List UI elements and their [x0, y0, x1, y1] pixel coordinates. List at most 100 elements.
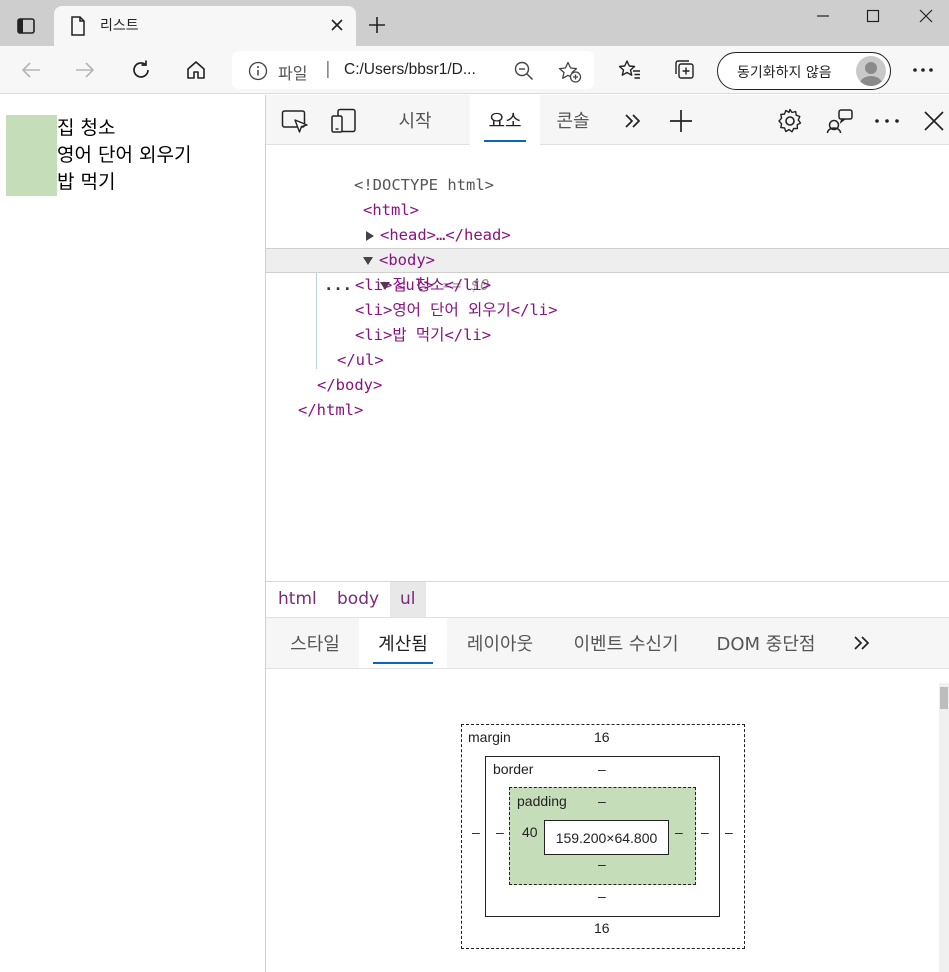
customize-devtools-button[interactable] [872, 107, 902, 135]
address-scheme-label: 파일 [278, 64, 308, 83]
browser-toolbar: 파일 | C:/Users/bbsr1/D... 동기화하지 않음 [0, 46, 949, 94]
element-highlight-overlay [6, 115, 57, 196]
tab-elements[interactable]: 요소 [470, 95, 540, 145]
info-icon[interactable] [248, 61, 268, 85]
avatar [856, 56, 886, 86]
margin-top-value: 16 [594, 729, 610, 745]
page-viewport: 집 청소 영어 단어 외우기 밥 먹기 [0, 95, 266, 972]
zoom-out-icon[interactable] [514, 61, 534, 85]
tab-console[interactable]: 콘솔 [538, 95, 608, 145]
tab-actions-icon [17, 18, 35, 34]
home-button[interactable] [179, 54, 213, 86]
margin-left-value: – [472, 824, 480, 840]
tab-console-label: 콘솔 [556, 111, 590, 132]
feedback-button[interactable] [825, 107, 855, 135]
breadcrumb-ul[interactable]: ul [390, 582, 426, 617]
tab-computed-label: 계산됨 [378, 634, 428, 655]
url-text[interactable]: C:/Users/bbsr1/D... [344, 61, 476, 79]
sync-button[interactable]: 동기화하지 않음 [717, 52, 891, 90]
refresh-button[interactable] [124, 54, 158, 86]
dom-node-li[interactable]: <li>영어 단어 외우기</li> [355, 298, 557, 323]
forward-arrow-icon [76, 62, 95, 78]
back-button[interactable] [14, 54, 48, 86]
tab-elements-label: 요소 [488, 111, 522, 132]
collections-button[interactable] [668, 54, 702, 86]
tab-title: 리스트 [100, 18, 139, 34]
devtools-settings-button[interactable] [775, 107, 805, 135]
gear-icon [778, 108, 802, 133]
device-emulation-icon [331, 108, 356, 133]
scrollbar-thumb[interactable] [940, 687, 948, 709]
settings-more-button[interactable] [906, 54, 940, 86]
plus-icon [670, 110, 692, 132]
device-emulation-button[interactable] [329, 107, 359, 135]
breadcrumb-body[interactable]: body [327, 582, 389, 617]
sync-label: 동기화하지 않음 [737, 65, 832, 81]
dom-node-body[interactable]: <body> [307, 223, 435, 269]
new-tab-button[interactable] [364, 12, 390, 38]
dom-node-doctype[interactable]: <!DOCTYPE html> [298, 148, 494, 194]
todo-list: 집 청소 영어 단어 외우기 밥 먹기 [57, 115, 191, 196]
refresh-icon [133, 60, 149, 78]
back-arrow-icon [21, 62, 40, 78]
add-tool-button[interactable] [666, 107, 696, 135]
more-horizontal-icon [875, 119, 899, 123]
padding-left-value: 40 [522, 824, 538, 840]
padding-top-value: – [598, 793, 606, 809]
tab-styles[interactable]: 스타일 [274, 618, 356, 668]
tab-event-listeners[interactable]: 이벤트 수신기 [558, 618, 694, 668]
dom-node-ul[interactable]: <ul> == $0 [324, 248, 489, 294]
chevron-double-right-icon [854, 636, 870, 650]
tab-welcome-label: 시작 [398, 111, 432, 132]
padding-right-value: – [675, 824, 683, 840]
tab-actions-button[interactable] [8, 10, 44, 42]
dom-node-li[interactable]: <li>집 청소</li> [355, 273, 491, 298]
close-window-button[interactable] [903, 4, 949, 28]
more-subtabs-button[interactable] [844, 618, 880, 668]
dom-node-ul-close[interactable]: </ul> [337, 348, 384, 373]
favorites-button[interactable] [613, 54, 647, 86]
maximize-icon [866, 9, 880, 23]
address-separator: | [325, 59, 331, 79]
border-right-value: – [701, 824, 709, 840]
dom-node-head[interactable]: <head>…</head> [310, 198, 511, 244]
scrollbar[interactable] [939, 683, 949, 972]
breadcrumb-html[interactable]: html [268, 582, 327, 617]
minimize-button[interactable] [800, 4, 846, 28]
dom-node-li[interactable]: <li>밥 먹기</li> [355, 323, 491, 348]
styles-subtabs: 스타일 계산됨 레이아웃 이벤트 수신기 DOM 중단점 [266, 617, 949, 669]
feedback-icon [826, 109, 853, 134]
dom-node-html[interactable]: <html> [307, 173, 419, 219]
forward-button[interactable] [68, 54, 102, 86]
padding-label: padding [517, 793, 567, 809]
close-icon [924, 111, 944, 131]
browser-tab[interactable]: 리스트 [54, 6, 356, 46]
dom-node-html-close[interactable]: </html> [298, 398, 363, 423]
tab-layout-label: 레이아웃 [466, 634, 534, 655]
tab-computed[interactable]: 계산됨 [359, 618, 447, 668]
address-bar[interactable]: 파일 | C:/Users/bbsr1/D... [232, 51, 594, 89]
close-tab-icon[interactable] [330, 17, 344, 36]
tab-dom-breakpoints[interactable]: DOM 중단점 [706, 618, 826, 668]
breadcrumb: html body ul [266, 581, 949, 617]
margin-label: margin [468, 729, 511, 745]
maximize-button[interactable] [850, 4, 896, 28]
home-icon [187, 61, 205, 79]
border-label: border [493, 761, 534, 777]
inspect-element-button[interactable] [280, 107, 310, 135]
box-model-content: 159.200×64.800 [544, 820, 669, 855]
dom-node-body-close[interactable]: </body> [317, 373, 382, 398]
add-favorite-icon[interactable] [558, 61, 582, 87]
inspect-icon [281, 110, 308, 133]
computed-pane: 159.200×64.800 margin 16 16 – – border –… [266, 669, 949, 972]
close-icon [919, 9, 933, 23]
tab-dom-breakpoints-label: DOM 중단점 [716, 634, 816, 655]
tab-welcome[interactable]: 시작 [380, 95, 450, 145]
chevron-double-right-icon [625, 114, 641, 128]
more-tabs-button[interactable] [618, 107, 648, 135]
tab-layout[interactable]: 레이아웃 [452, 618, 548, 668]
collections-icon [675, 60, 694, 79]
padding-bottom-value: – [598, 856, 606, 872]
tab-styles-label: 스타일 [290, 634, 340, 655]
close-devtools-button[interactable] [919, 107, 949, 135]
